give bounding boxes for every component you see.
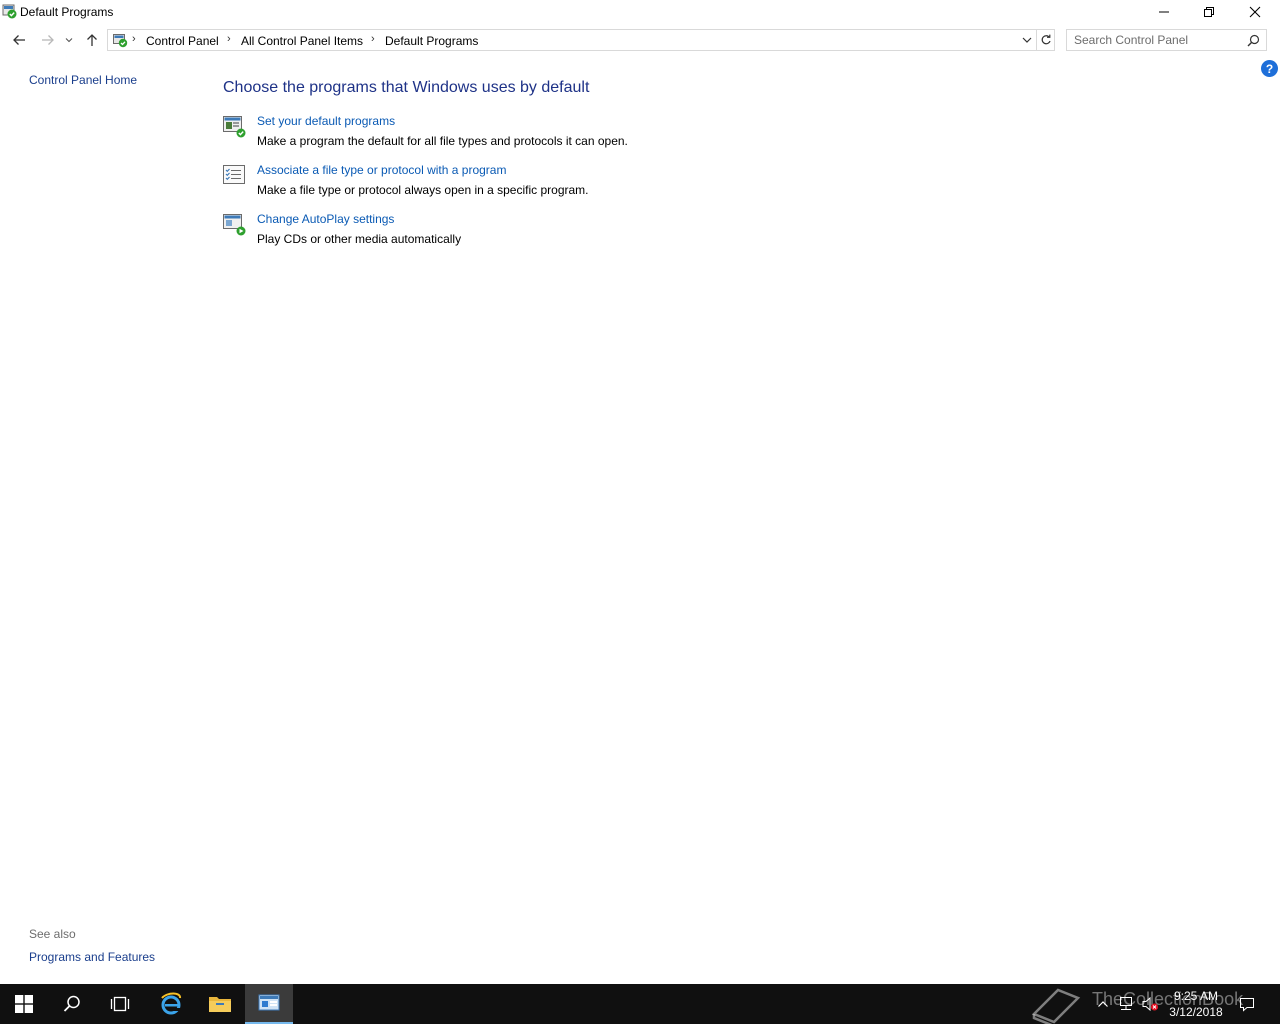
network-button[interactable] <box>1116 984 1138 1024</box>
task-view-icon <box>110 996 130 1012</box>
restore-icon <box>1204 7 1214 17</box>
file-association-icon <box>222 163 246 187</box>
arrow-up-icon <box>87 34 97 46</box>
chevron-up-icon <box>1098 1001 1108 1007</box>
page-title: Choose the programs that Windows uses by… <box>223 79 590 96</box>
associate-file-type-link[interactable]: Associate a file type or protocol with a… <box>257 163 506 177</box>
default-programs-icon <box>222 114 246 138</box>
task-associate-file-type: Associate a file type or protocol with a… <box>222 160 922 200</box>
breadcrumb-separator-icon[interactable]: › <box>132 33 136 45</box>
book-logo-icon <box>1031 988 1081 1024</box>
navigation-bar: › Control Panel › All Control Panel Item… <box>0 28 1280 52</box>
internet-explorer-button[interactable] <box>147 984 195 1024</box>
search-box[interactable] <box>1066 29 1267 51</box>
taskbar-search-button[interactable] <box>48 984 96 1024</box>
chevron-down-icon <box>1022 37 1032 43</box>
help-button[interactable]: ? <box>1261 60 1278 77</box>
breadcrumb-all-items[interactable]: All Control Panel Items <box>241 34 363 48</box>
control-panel-location-icon <box>112 32 128 48</box>
windows-logo-icon <box>15 995 33 1013</box>
arrow-right-icon <box>42 35 54 45</box>
task-view-button[interactable] <box>96 984 144 1024</box>
title-bar: Default Programs <box>0 0 1280 24</box>
address-bar[interactable]: › Control Panel › All Control Panel Item… <box>107 29 1037 51</box>
breadcrumb-separator-icon[interactable]: › <box>227 33 231 45</box>
close-button[interactable] <box>1232 0 1278 24</box>
internet-explorer-icon <box>161 992 181 1015</box>
taskbar-clock[interactable]: 9:25 AM 3/12/2018 <box>1160 988 1232 1020</box>
chevron-down-icon <box>65 38 73 43</box>
search-icon <box>63 995 80 1012</box>
restore-button[interactable] <box>1186 0 1232 24</box>
left-pane: Control Panel Home See also Programs and… <box>0 60 200 980</box>
see-also-heading: See also <box>29 927 76 941</box>
folder-icon <box>209 997 231 1012</box>
network-icon <box>1120 997 1132 1010</box>
notification-icon <box>1240 998 1254 1012</box>
minimize-icon <box>1159 11 1169 13</box>
forward-button[interactable] <box>38 30 58 50</box>
volume-button[interactable] <box>1139 984 1161 1024</box>
start-button[interactable] <box>0 984 48 1024</box>
show-hidden-icons-button[interactable] <box>1094 984 1112 1024</box>
autoplay-icon <box>222 212 246 236</box>
clock-time: 9:25 AM <box>1173 989 1219 1003</box>
volume-muted-icon <box>1142 996 1158 1012</box>
default-programs-app-icon <box>2 4 17 19</box>
action-center-button[interactable] <box>1236 984 1258 1024</box>
refresh-button[interactable] <box>1037 29 1055 51</box>
window-title: Default Programs <box>20 5 114 19</box>
set-default-programs-description: Make a program the default for all file … <box>257 134 628 148</box>
search-input[interactable] <box>1067 30 1242 50</box>
control-panel-icon <box>258 994 280 1011</box>
breadcrumb-default-programs[interactable]: Default Programs <box>385 34 478 48</box>
breadcrumb-control-panel[interactable]: Control Panel <box>146 34 219 48</box>
clock-date: 3/12/2018 <box>1169 1005 1223 1019</box>
task-autoplay: Change AutoPlay settings Play CDs or oth… <box>222 209 922 249</box>
taskbar: TheCollectionBook 9:25 AM 3/12/2018 <box>0 984 1280 1024</box>
control-panel-home-link[interactable]: Control Panel Home <box>29 73 137 87</box>
up-button[interactable] <box>82 30 102 50</box>
associate-file-type-description: Make a file type or protocol always open… <box>257 183 589 197</box>
close-icon <box>1249 6 1261 18</box>
control-panel-taskbar-button[interactable] <box>245 984 293 1024</box>
change-autoplay-description: Play CDs or other media automatically <box>257 232 462 246</box>
address-history-button[interactable] <box>1020 33 1034 47</box>
back-button[interactable] <box>9 30 29 50</box>
breadcrumb-separator-icon[interactable]: › <box>371 33 375 45</box>
refresh-icon <box>1041 34 1051 45</box>
recent-locations-button[interactable] <box>62 30 76 50</box>
minimize-button[interactable] <box>1141 0 1187 24</box>
set-default-programs-link[interactable]: Set your default programs <box>257 114 395 128</box>
search-icon[interactable] <box>1247 34 1260 50</box>
change-autoplay-link[interactable]: Change AutoPlay settings <box>257 212 394 226</box>
programs-and-features-link[interactable]: Programs and Features <box>29 950 155 964</box>
task-set-default-programs: Set your default programs Make a program… <box>222 111 922 151</box>
file-explorer-button[interactable] <box>196 984 244 1024</box>
arrow-left-icon <box>13 35 25 45</box>
